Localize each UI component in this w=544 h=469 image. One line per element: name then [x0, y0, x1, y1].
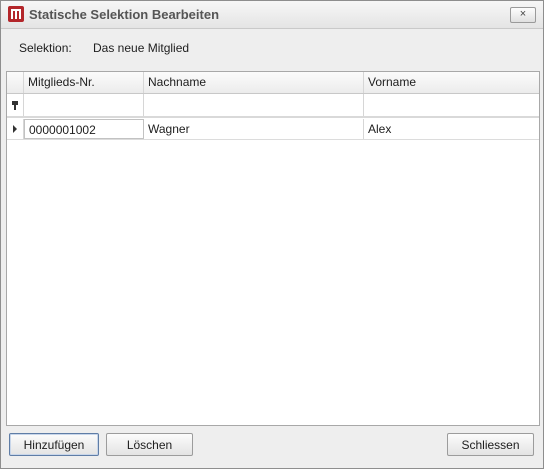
- selection-label: Selektion:: [19, 41, 72, 55]
- filter-separator: [7, 116, 539, 118]
- close-window-button[interactable]: ×: [510, 7, 536, 23]
- header-indicator-cell: [7, 72, 24, 93]
- cell-first-name[interactable]: Alex: [364, 119, 539, 139]
- close-button[interactable]: Schliessen: [447, 433, 534, 456]
- pin-icon: [12, 101, 18, 110]
- table-row[interactable]: 0000001002 Wagner Alex: [7, 119, 539, 140]
- row-indicator-icon: [13, 125, 17, 133]
- title-bar: Statische Selektion Bearbeiten ×: [1, 1, 543, 29]
- row-indicator-cell: [7, 119, 24, 139]
- filter-indicator-cell: [7, 94, 24, 116]
- column-header-last-name[interactable]: Nachname: [144, 72, 364, 93]
- delete-button[interactable]: Löschen: [106, 433, 193, 456]
- dialog-window: Statische Selektion Bearbeiten × Selekti…: [0, 0, 544, 469]
- app-logo-icon: [8, 6, 24, 22]
- column-header-member-no[interactable]: Mitglieds-Nr.: [24, 72, 144, 93]
- filter-row: [7, 94, 539, 117]
- filter-member-no-input[interactable]: [24, 94, 144, 116]
- add-button[interactable]: Hinzufügen: [9, 433, 99, 456]
- window-title: Statische Selektion Bearbeiten: [29, 7, 220, 22]
- cell-member-no[interactable]: 0000001002: [24, 119, 144, 139]
- column-header-first-name[interactable]: Vorname: [364, 72, 539, 93]
- selection-name: Das neue Mitglied: [93, 41, 190, 55]
- filter-last-name-input[interactable]: [144, 94, 364, 116]
- members-grid[interactable]: Mitglieds-Nr. Nachname Vorname 000000100…: [6, 71, 540, 426]
- filter-first-name-input[interactable]: [364, 94, 539, 116]
- grid-header-row: Mitglieds-Nr. Nachname Vorname: [7, 72, 539, 94]
- cell-last-name[interactable]: Wagner: [144, 119, 364, 139]
